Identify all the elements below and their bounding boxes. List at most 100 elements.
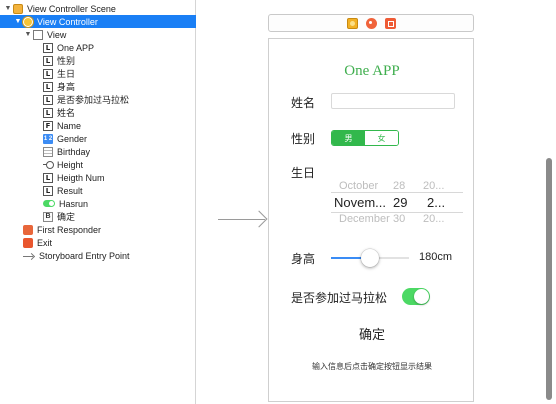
outline-item[interactable]: Hasrun	[0, 197, 196, 210]
outline-item-label: Birthday	[57, 146, 91, 157]
disclosure-triangle-icon[interactable]: ▼	[24, 31, 32, 39]
picker-day[interactable]: 30	[393, 213, 405, 225]
entry-point-arrow-icon	[218, 212, 268, 226]
hasrun-switch[interactable]	[402, 288, 430, 305]
picker-day-selected[interactable]: 29	[393, 195, 407, 210]
label-icon: L	[43, 172, 53, 183]
picker-year[interactable]: 20...	[423, 180, 444, 192]
disclosure-triangle-icon[interactable]: ▼	[4, 5, 12, 13]
outline-item[interactable]: Storyboard Entry Point	[0, 249, 196, 262]
outline-item[interactable]: Height	[0, 158, 196, 171]
exit-icon	[23, 237, 33, 248]
outline-item-label: Gender	[57, 133, 88, 144]
outline-item[interactable]: L 性别	[0, 54, 196, 67]
picker-day[interactable]: 28	[393, 180, 405, 192]
scene-icon	[13, 3, 23, 14]
switch-icon	[43, 200, 55, 207]
picker-month-selected[interactable]: Novem...	[334, 195, 386, 210]
outline-item-label: View Controller Scene	[27, 3, 116, 14]
outline-item[interactable]: Exit	[0, 236, 196, 249]
outline-item[interactable]: L 身高	[0, 80, 196, 93]
entry-point-icon	[23, 251, 35, 261]
outline-item[interactable]: L 姓名	[0, 106, 196, 119]
label-icon: L	[43, 185, 53, 196]
outline-item[interactable]: L 是否参加过马拉松	[0, 93, 196, 106]
scene-dock	[268, 14, 474, 32]
outline-item[interactable]: L Result	[0, 184, 196, 197]
canvas-scrollbar[interactable]	[546, 158, 552, 400]
label-icon: L	[43, 55, 53, 66]
picker-selection-line-top	[331, 192, 463, 193]
outline-item-label: 身高	[57, 82, 76, 92]
outline-item[interactable]: ▼ View Controller	[0, 15, 196, 28]
marathon-label: 是否参加过马拉松	[291, 291, 388, 305]
document-outline: ▼ View Controller Scene ▼ View Controller ▼ V…	[0, 0, 196, 404]
label-icon: L	[43, 94, 53, 105]
picker-month[interactable]: October	[339, 180, 378, 192]
outline-item-label: First Responder	[37, 224, 102, 235]
view-controller-view[interactable]: One APP 姓名 性别 男 女 生日 October Novem... De…	[268, 38, 474, 402]
name-label: 姓名	[291, 96, 316, 110]
height-num-label: 180cm	[419, 251, 453, 263]
result-label: 输入信息后点击确定按钮显示结果	[312, 362, 432, 371]
name-text-field[interactable]	[331, 93, 455, 109]
gender-segmented-control[interactable]: 男 女	[331, 130, 399, 146]
picker-year[interactable]: 20...	[423, 213, 444, 225]
picker-year-selected[interactable]: 2...	[427, 195, 445, 210]
view-controller-icon	[23, 16, 33, 27]
height-slider-thumb[interactable]	[361, 249, 379, 267]
outline-item-label: 确定	[57, 212, 76, 222]
confirm-button[interactable]: 确定	[269, 324, 473, 343]
first-responder-icon[interactable]	[365, 17, 377, 29]
hasrun-switch-knob	[414, 289, 429, 304]
view-controller-icon[interactable]	[346, 17, 358, 29]
outline-item-label: Result	[57, 185, 83, 196]
outline-item[interactable]: L One APP	[0, 41, 196, 54]
outline-item-label: Heigth Num	[57, 172, 105, 183]
outline-item[interactable]: F Name	[0, 119, 196, 132]
label-icon: L	[43, 42, 53, 53]
outline-item[interactable]: B 确定	[0, 210, 196, 223]
outline-item[interactable]: L 生日	[0, 67, 196, 80]
outline-item[interactable]: Birthday	[0, 145, 196, 158]
gender-option-female[interactable]: 女	[365, 131, 398, 145]
outline-item-label: Height	[57, 159, 84, 170]
gender-option-male[interactable]: 男	[332, 131, 365, 145]
birthday-label: 生日	[291, 166, 316, 180]
height-label: 身高	[291, 252, 316, 266]
gender-label: 性别	[291, 132, 316, 146]
outline-item-label: 姓名	[57, 108, 76, 118]
outline-item-label: Storyboard Entry Point	[39, 250, 130, 261]
disclosure-triangle-icon[interactable]: ▼	[14, 18, 22, 26]
slider-icon	[43, 160, 54, 170]
outline-item[interactable]: ▼ View	[0, 28, 196, 41]
outline-item[interactable]: L Heigth Num	[0, 171, 196, 184]
outline-item[interactable]: First Responder	[0, 223, 196, 236]
outline-item-label: Hasrun	[59, 198, 89, 209]
outline-item-label: Name	[57, 120, 82, 131]
date-picker-icon	[43, 146, 53, 157]
textfield-icon: F	[43, 120, 53, 131]
segmented-control-icon: 1 2	[43, 133, 53, 144]
exit-icon[interactable]	[384, 17, 396, 29]
name-text-field-value	[332, 99, 335, 109]
view-icon	[33, 29, 43, 40]
picker-month[interactable]: December	[339, 213, 390, 225]
outline-item-label: 性别	[57, 56, 76, 66]
label-icon: L	[43, 107, 53, 118]
outline-item[interactable]: ▼ View Controller Scene	[0, 2, 196, 15]
outline-item[interactable]: 1 2 Gender	[0, 132, 196, 145]
